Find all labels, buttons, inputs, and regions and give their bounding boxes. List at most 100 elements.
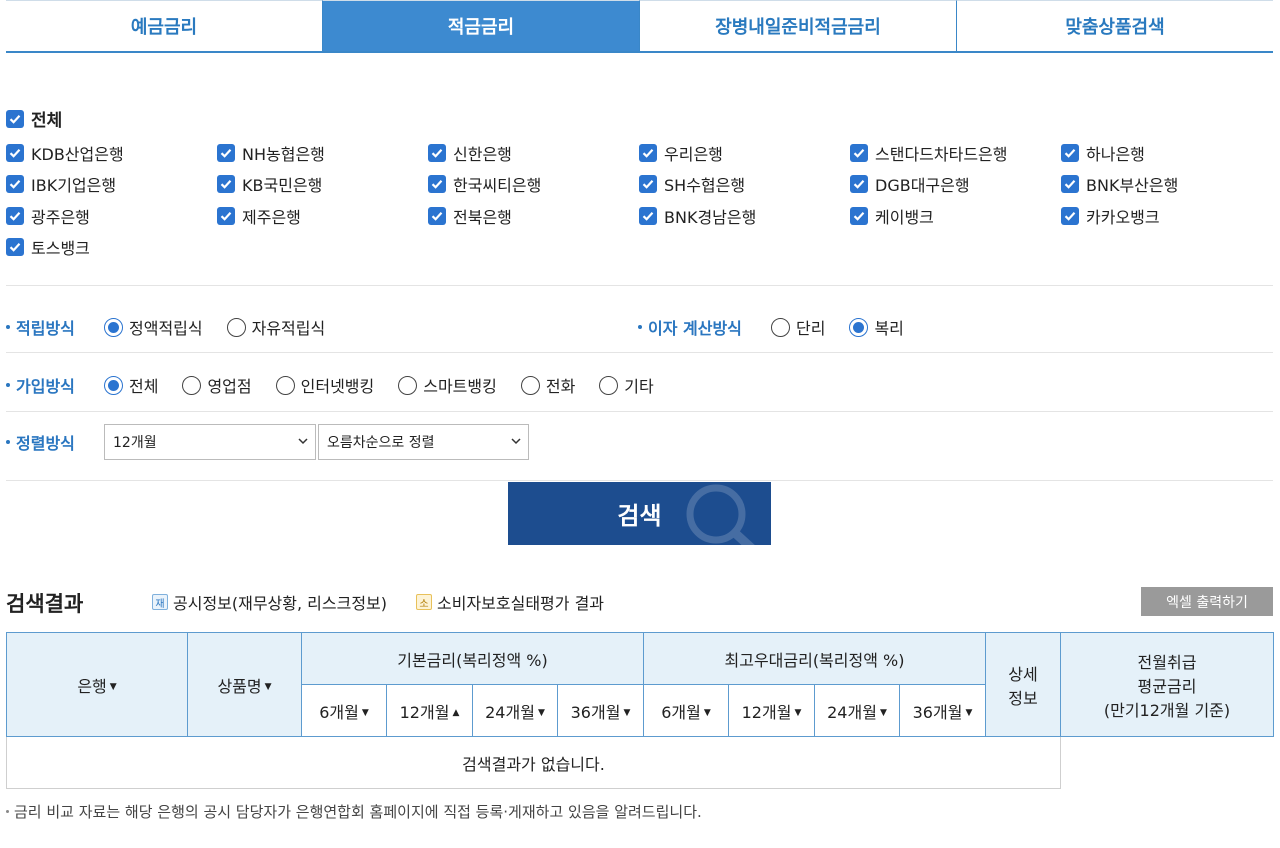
- checkbox-checked-icon: [217, 143, 235, 162]
- bank-checkbox[interactable]: 신한은행: [428, 141, 639, 165]
- divider: [6, 352, 1273, 353]
- bank-checkbox-row: IBK기업은행 KB국민은행 한국씨티은행 SH수협은행 DGB대구은행 BNK부산은행: [6, 169, 1273, 201]
- interest-method-radio-group: 단리 복리: [771, 315, 928, 339]
- empty-results-message: 검색결과가 없습니다.: [6, 736, 1061, 789]
- sort-period-select[interactable]: 12개월: [104, 424, 316, 460]
- tab-soldier-savings-rate[interactable]: 장병내일준비적금금리: [639, 0, 956, 51]
- chevron-down-icon: [511, 438, 521, 445]
- col-header-max-24m[interactable]: 24개월 ▼: [814, 684, 900, 737]
- radio-join-internet[interactable]: 인터넷뱅킹: [275, 373, 374, 397]
- col-header-base-6m[interactable]: 6개월 ▼: [301, 684, 387, 737]
- checkbox-checked-icon: [1061, 143, 1079, 162]
- radio-simple-interest[interactable]: 단리: [771, 315, 825, 339]
- radio-fixed-saving[interactable]: 정액적립식: [104, 315, 203, 339]
- bank-checkbox[interactable]: 전북은행: [428, 204, 639, 228]
- legend-consumer: 소 소비자보호실태평가 결과: [416, 590, 604, 614]
- bank-checkbox[interactable]: 한국씨티은행: [428, 172, 639, 196]
- bank-checkbox-label: SH수협은행: [664, 176, 746, 196]
- divider: [6, 480, 1273, 481]
- checkbox-checked-icon: [428, 206, 446, 225]
- sort-down-icon: ▼: [879, 708, 887, 718]
- radio-join-phone[interactable]: 전화: [520, 373, 575, 397]
- bank-checkbox[interactable]: 우리은행: [639, 141, 850, 165]
- footnote: 금리 비교 자료는 해당 은행의 공시 담당자가 은행연합회 홈페이지에 직접 …: [6, 801, 702, 822]
- checkbox-checked-icon: [639, 143, 657, 162]
- bank-checkbox-label: IBK기업은행: [31, 176, 117, 196]
- divider: [6, 285, 1273, 286]
- bank-checkbox-row: 토스뱅크: [6, 232, 1273, 264]
- bank-checkbox-label: 광주은행: [31, 207, 90, 227]
- radio-free-saving[interactable]: 자유적립식: [226, 315, 325, 339]
- checkbox-checked-icon: [6, 143, 24, 162]
- bank-checkbox-label: 스탠다드차타드은행: [875, 144, 1008, 164]
- divider: [6, 411, 1273, 412]
- bank-checkbox-grid: KDB산업은행 NH농협은행 신한은행 우리은행 스탠다드차타드은행 하나은행 IBK기업은…: [6, 137, 1273, 263]
- bank-checkbox[interactable]: BNK경남은행: [639, 204, 850, 228]
- bank-checkbox-row: 광주은행 제주은행 전북은행 BNK경남은행 케이뱅크 카카오뱅크: [6, 200, 1273, 232]
- sort-order-value: 오름차순으로 정렬: [327, 435, 435, 451]
- col-header-max-12m[interactable]: 12개월 ▼: [728, 684, 815, 737]
- excel-export-button[interactable]: 엑셀 출력하기: [1141, 587, 1273, 616]
- col-header-bank[interactable]: 은행 ▼: [6, 632, 188, 737]
- bank-checkbox-label: 토스뱅크: [31, 239, 90, 259]
- tab-savings-rate[interactable]: 적금금리: [322, 0, 639, 51]
- select-all-label: 전체: [31, 111, 63, 131]
- col-header-base-12m[interactable]: 12개월 ▲: [386, 684, 473, 737]
- bank-checkbox-label: KB국민은행: [242, 176, 323, 196]
- col-header-max-36m[interactable]: 36개월 ▼: [899, 684, 986, 737]
- radio-empty-icon: [599, 375, 619, 395]
- bank-checkbox[interactable]: 토스뱅크: [6, 235, 217, 259]
- rate-tabs: 예금금리 적금금리 장병내일준비적금금리 맞춤상품검색: [6, 0, 1273, 53]
- radio-compound-interest[interactable]: 복리: [849, 315, 904, 339]
- magnifier-icon: [686, 484, 755, 545]
- col-header-base-24m[interactable]: 24개월 ▼: [472, 684, 558, 737]
- checkbox-checked-icon: [217, 206, 235, 225]
- radio-empty-icon: [771, 317, 790, 337]
- radio-join-branch[interactable]: 영업점: [182, 373, 252, 397]
- bank-checkbox[interactable]: KDB산업은행: [6, 141, 217, 165]
- tab-deposit-rate[interactable]: 예금금리: [6, 0, 322, 51]
- checkbox-checked-icon: [6, 109, 24, 128]
- checkbox-checked-icon: [639, 175, 657, 194]
- radio-join-etc[interactable]: 기타: [599, 373, 654, 397]
- radio-selected-icon: [104, 317, 123, 337]
- disclosure-tag-icon: 재: [152, 594, 168, 610]
- bank-checkbox[interactable]: IBK기업은행: [6, 172, 217, 196]
- search-button[interactable]: 검색: [508, 482, 771, 545]
- sort-order-select[interactable]: 오름차순으로 정렬: [318, 424, 529, 460]
- interest-method-label: 이자 계산방식: [638, 315, 742, 339]
- bank-checkbox[interactable]: NH농협은행: [217, 141, 428, 165]
- sort-down-icon: ▼: [623, 708, 631, 718]
- bank-checkbox[interactable]: 케이뱅크: [850, 204, 1061, 228]
- bank-checkbox[interactable]: KB국민은행: [217, 172, 428, 196]
- col-header-base-36m[interactable]: 36개월 ▼: [557, 684, 644, 737]
- sort-down-icon: ▼: [537, 708, 545, 718]
- radio-join-all[interactable]: 전체: [104, 373, 158, 397]
- bank-checkbox-label: 케이뱅크: [875, 207, 934, 227]
- radio-empty-icon: [226, 317, 246, 337]
- bank-checkbox[interactable]: 하나은행: [1061, 141, 1272, 165]
- bank-checkbox-label: 전북은행: [453, 207, 512, 227]
- sort-period-value: 12개월: [113, 435, 157, 451]
- col-header-product[interactable]: 상품명 ▼: [187, 632, 302, 737]
- tab-custom-product-search[interactable]: 맞춤상품검색: [956, 0, 1273, 51]
- bank-checkbox[interactable]: DGB대구은행: [850, 172, 1061, 196]
- bank-checkbox-label: 신한은행: [453, 144, 512, 164]
- bank-checkbox[interactable]: BNK부산은행: [1061, 172, 1272, 196]
- legend-disclosure: 재 공시정보(재무상황, 리스크정보): [152, 590, 387, 614]
- bank-checkbox[interactable]: 광주은행: [6, 204, 217, 228]
- radio-empty-icon: [398, 375, 418, 395]
- bank-checkbox[interactable]: 카카오뱅크: [1061, 204, 1272, 228]
- radio-join-smart[interactable]: 스마트뱅킹: [398, 373, 497, 397]
- col-header-max-6m[interactable]: 6개월 ▼: [643, 684, 729, 737]
- checkbox-checked-icon: [428, 143, 446, 162]
- bank-checkbox-label: BNK부산은행: [1086, 176, 1179, 196]
- bank-checkbox[interactable]: 제주은행: [217, 204, 428, 228]
- select-all-checkbox[interactable]: 전체: [6, 106, 62, 131]
- checkbox-checked-icon: [6, 238, 24, 257]
- checkbox-checked-icon: [1061, 175, 1079, 194]
- saving-method-radio-group: 정액적립식 자유적립식: [104, 315, 349, 339]
- footnote-text: 금리 비교 자료는 해당 은행의 공시 담당자가 은행연합회 홈페이지에 직접 …: [14, 803, 702, 821]
- bank-checkbox[interactable]: 스탠다드차타드은행: [850, 141, 1061, 165]
- bank-checkbox[interactable]: SH수협은행: [639, 172, 850, 196]
